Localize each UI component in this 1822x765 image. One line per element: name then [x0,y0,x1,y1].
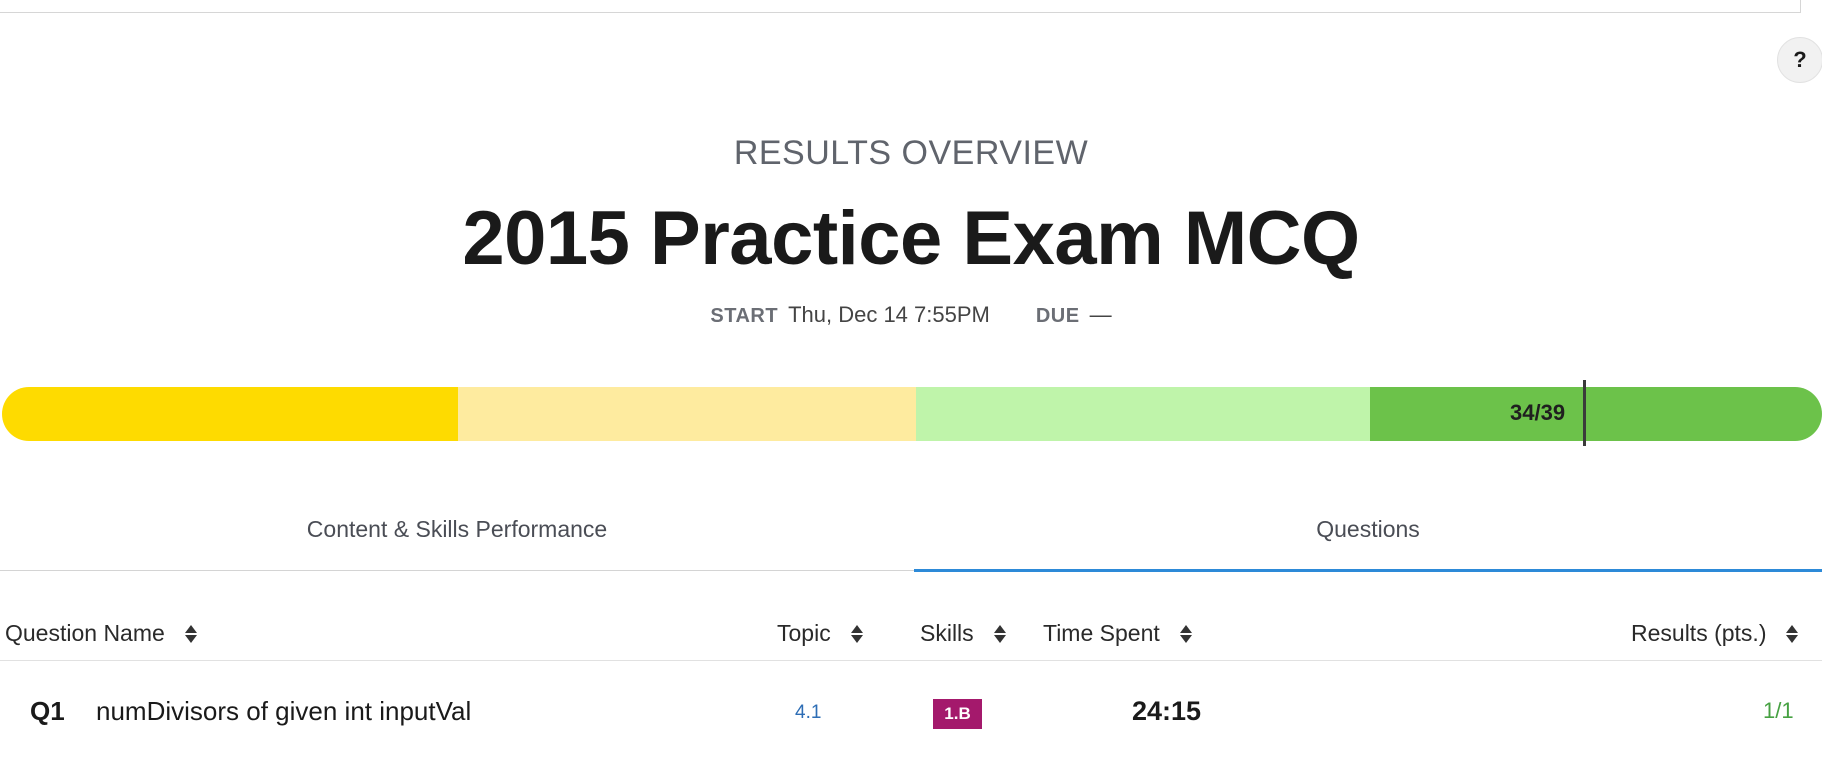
page-title: 2015 Practice Exam MCQ [462,196,1360,281]
column-time-spent[interactable]: Time Spent [1043,620,1192,647]
question-name[interactable]: numDivisors of given int inputVal [96,696,471,727]
question-number: Q1 [30,696,65,726]
column-topic[interactable]: Topic [777,620,863,647]
assignment-meta: START Thu, Dec 14 7:55PM DUE — [0,302,1822,328]
top-divider-tick [1800,0,1801,13]
time-spent: 24:15 [1132,696,1202,726]
column-label: Topic [777,620,831,646]
sort-icon[interactable] [850,624,863,644]
column-label: Question Name [5,620,165,646]
result-points: 1/1 [1763,698,1794,723]
sort-icon[interactable] [1179,624,1192,644]
top-divider [0,12,1800,13]
sort-icon[interactable] [1786,624,1799,644]
column-question-name[interactable]: Question Name [5,620,197,647]
tab-label: Content & Skills Performance [306,515,608,542]
score-band-1 [2,387,458,441]
score-label: 34/39 [1510,400,1566,425]
sort-icon[interactable] [184,624,197,644]
score-marker [1583,380,1586,446]
tab-questions[interactable]: Questions [914,488,1822,572]
due-label: DUE [1035,305,1080,327]
help-icon: ? [1793,47,1807,72]
start-value: Thu, Dec 14 7:55PM [788,302,990,327]
tab-label: Questions [1316,515,1420,542]
tab-content-skills-performance[interactable]: Content & Skills Performance [0,488,914,570]
tab-bar: Content & Skills Performance Questions [0,488,1822,572]
column-skills[interactable]: Skills [920,620,1006,647]
column-label: Results (pts.) [1631,620,1767,646]
score-band-2 [458,387,916,441]
page-overline: RESULTS OVERVIEW [733,134,1089,172]
table-header: Question Name Topic Skills Time Spent Re… [0,600,1822,661]
due-value: — [1089,302,1112,327]
start-label: START [710,305,779,327]
score-band-4 [1370,387,1822,441]
column-results[interactable]: Results (pts.) [1631,620,1799,647]
column-label: Time Spent [1043,620,1160,646]
column-label: Skills [920,620,974,646]
topic-link[interactable]: 4.1 [795,702,821,724]
help-button[interactable]: ? [1777,37,1822,83]
skill-badge[interactable]: 1.B [933,699,982,729]
score-band-3 [916,387,1370,441]
table-row[interactable]: Q1 numDivisors of given int inputVal 4.1… [0,676,1822,746]
sort-icon[interactable] [993,624,1006,644]
